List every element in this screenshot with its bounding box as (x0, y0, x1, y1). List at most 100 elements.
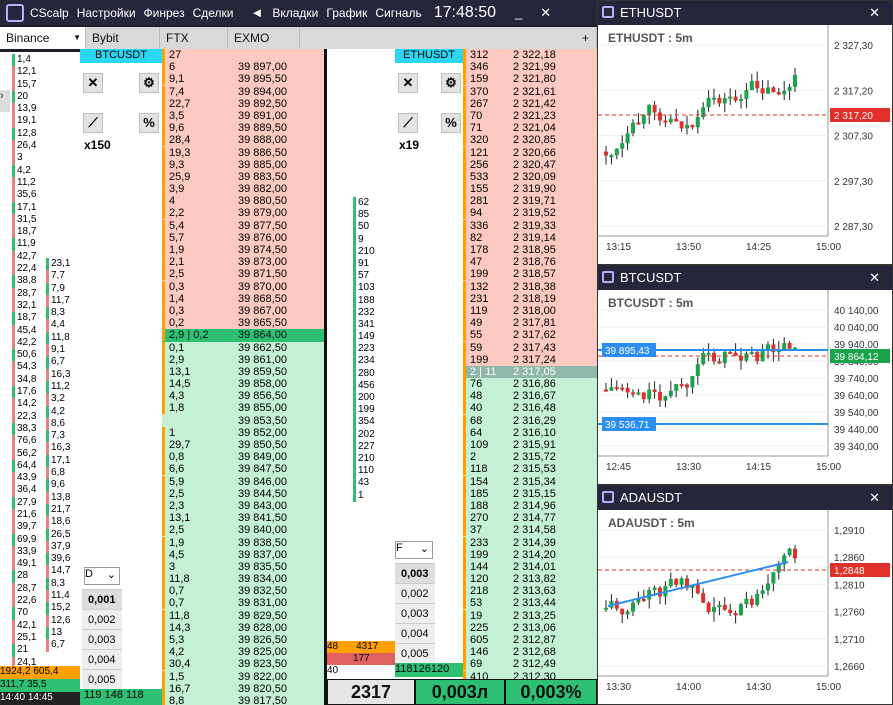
close-button[interactable]: ✕ (869, 486, 880, 510)
order-book-row[interactable]: 68 2 316,29 (463, 414, 597, 427)
collapse-arrow-icon[interactable]: › (0, 90, 10, 112)
order-book-row[interactable]: 29,7 39 850,50 (162, 439, 324, 452)
order-book-row[interactable]: 2,2 39 879,00 (162, 207, 324, 220)
order-book-row[interactable]: 2,1 39 873,00 (162, 256, 324, 269)
order-book-row[interactable]: 188 2 314,96 (463, 499, 597, 513)
order-book-row[interactable]: 281 2 319,71 (463, 195, 597, 208)
order-book-row[interactable]: 70 2 321,23 (463, 109, 597, 123)
order-book-row[interactable]: 233 2 314,39 (463, 536, 597, 549)
order-book-row[interactable]: 13,1 39 841,50 (162, 512, 324, 525)
size-option[interactable]: 0,001 (82, 589, 122, 609)
order-book-row[interactable]: 1,9 39 874,50 (162, 244, 324, 257)
order-book-row[interactable]: 1,8 39 855,00 (162, 402, 324, 415)
size-option[interactable]: 0,003 (395, 563, 435, 583)
order-book-row[interactable]: 146 2 312,68 (463, 646, 597, 659)
order-book-row[interactable]: 2,5 39 871,50 (162, 268, 324, 281)
order-book-row[interactable]: 346 2 321,99 (463, 61, 597, 74)
order-book-row[interactable]: 199 2 317,24 (463, 353, 597, 366)
eth-dropdown[interactable]: F ⌄ (395, 541, 433, 559)
order-book-row[interactable]: 14,5 39 858,00 (162, 378, 324, 391)
order-book-row[interactable]: 605 2 312,87 (463, 634, 597, 647)
gear-icon[interactable]: ⚙ (139, 73, 159, 93)
order-book-row[interactable]: 199 2 318,57 (463, 268, 597, 281)
order-book-row[interactable]: 2,5 39 840,00 (162, 524, 324, 537)
order-book-row[interactable]: 49 2 317,81 (463, 317, 597, 330)
order-book-row[interactable]: 0,3 39 870,00 (162, 280, 324, 293)
order-book-row[interactable]: 8,8 39 817,50 (162, 694, 324, 705)
order-book-row[interactable]: 370 2 321,61 (463, 85, 597, 98)
close-icon[interactable]: ✕ (83, 73, 103, 93)
order-book-row[interactable]: 13,1 39 859,50 (162, 365, 324, 379)
size-option[interactable]: 0,004 (395, 623, 435, 643)
order-book-row[interactable]: 1,5 39 822,00 (162, 670, 324, 683)
menu-settings[interactable]: Настройки (77, 6, 136, 20)
order-book-row[interactable]: 27 (162, 49, 324, 62)
arrow-left-icon[interactable]: ◄ (250, 5, 263, 20)
order-book-row[interactable]: 225 2 313,06 (463, 621, 597, 634)
order-book-row[interactable]: 22 315,72 (463, 451, 597, 464)
order-book-row[interactable]: 76 2 316,86 (463, 378, 597, 391)
order-book-row[interactable]: 2 | 11 2 317,05 (463, 365, 597, 379)
size-option[interactable]: 0,002 (82, 609, 122, 629)
order-book-row[interactable]: 0,2 39 865,50 (162, 317, 324, 330)
order-book-row[interactable]: 3,9 39 882,00 (162, 183, 324, 196)
size-option[interactable]: 0,002 (395, 583, 435, 603)
order-book-row[interactable]: 4,3 39 856,50 (162, 390, 324, 403)
order-book-row[interactable]: 178 2 318,95 (463, 244, 597, 257)
order-book-row[interactable]: 336 2 319,33 (463, 219, 597, 232)
size-option[interactable]: 0,003 (395, 603, 435, 623)
order-book-row[interactable]: 4,5 39 837,00 (162, 548, 324, 561)
order-book-row[interactable]: 7,4 39 894,00 (162, 85, 324, 98)
menu-signals[interactable]: Сигналь (375, 6, 421, 20)
size-option[interactable]: 0,003 (82, 629, 122, 649)
order-book-row[interactable]: 218 2 313,63 (463, 585, 597, 598)
tab-ftx[interactable]: FTX (160, 27, 228, 49)
btc-order-book[interactable]: 27 6 39 897,00 9,1 39 895,50 7,4 39 894,00 22,7… (162, 49, 324, 705)
order-book-row[interactable]: 9,1 39 895,50 (162, 73, 324, 86)
add-tab-button[interactable]: + (575, 27, 597, 49)
order-book-row[interactable]: 256 2 320,47 (463, 158, 597, 171)
order-book-row[interactable]: 16,7 39 820,50 (162, 682, 324, 695)
menu-trades[interactable]: Сделки (193, 6, 234, 20)
chart-icon[interactable]: ⟋ (398, 113, 418, 133)
tab-exmo[interactable]: EXMO (228, 27, 300, 49)
order-book-row[interactable]: 533 2 320,09 (463, 170, 597, 184)
order-book-row[interactable]: 1 39 852,00 (162, 426, 324, 439)
order-book-row[interactable]: 2,9 | 0,2 39 864,00 (162, 329, 324, 342)
order-book-row[interactable]: 2,5 39 844,50 (162, 487, 324, 500)
order-book-row[interactable]: 40 2 316,48 (463, 402, 597, 415)
order-book-row[interactable]: 19 2 313,25 (463, 609, 597, 622)
order-book-row[interactable]: 144 2 314,01 (463, 560, 597, 574)
tab-binance[interactable]: Binance ▼ (0, 27, 86, 49)
order-book-row[interactable]: 410 2 312,30 (463, 670, 597, 679)
order-book-row[interactable]: 5,9 39 846,00 (162, 475, 324, 488)
order-book-row[interactable]: 28,4 39 888,00 (162, 134, 324, 147)
order-book-row[interactable]: 22,7 39 892,50 (162, 97, 324, 110)
order-book-row[interactable]: 320 2 320,85 (463, 134, 597, 147)
order-book-row[interactable]: 11,8 39 829,50 (162, 609, 324, 622)
order-book-row[interactable]: 37 2 314,58 (463, 524, 597, 537)
order-book-row[interactable]: 82 2 319,14 (463, 231, 597, 244)
order-book-row[interactable]: 0,8 39 849,00 (162, 451, 324, 464)
order-book-row[interactable]: 69 2 312,49 (463, 658, 597, 671)
tab-bybit[interactable]: Bybit (86, 27, 160, 49)
order-book-row[interactable]: 0,7 39 831,00 (162, 597, 324, 610)
order-book-row[interactable]: 4,2 39 825,00 (162, 646, 324, 659)
close-button[interactable]: ✕ (869, 266, 880, 290)
order-book-row[interactable]: 64 2 316,10 (463, 426, 597, 439)
order-book-row[interactable]: 47 2 318,76 (463, 256, 597, 269)
order-book-row[interactable]: 59 2 317,43 (463, 341, 597, 354)
btc-dropdown[interactable]: D ⌄ (84, 567, 120, 585)
chart-icon[interactable]: ⟋ (83, 113, 103, 133)
order-book-row[interactable]: 5,3 39 826,50 (162, 634, 324, 647)
order-book-row[interactable]: 119 2 318,00 (463, 304, 597, 318)
order-book-row[interactable]: 120 2 313,82 (463, 573, 597, 586)
close-button[interactable]: ✕ (540, 5, 551, 21)
order-book-row[interactable]: 53 2 313,44 (463, 597, 597, 610)
order-book-row[interactable]: 1,9 39 838,50 (162, 536, 324, 549)
order-book-row[interactable]: 9,6 39 889,50 (162, 122, 324, 135)
menu-tabs[interactable]: Вкладки (272, 6, 318, 20)
eth-order-book[interactable]: 312 2 322,18 346 2 321,99 159 2 321,80 370 2 32… (463, 49, 597, 679)
size-option[interactable]: 0,005 (395, 643, 435, 663)
order-book-row[interactable]: 14,3 39 828,00 (162, 621, 324, 634)
